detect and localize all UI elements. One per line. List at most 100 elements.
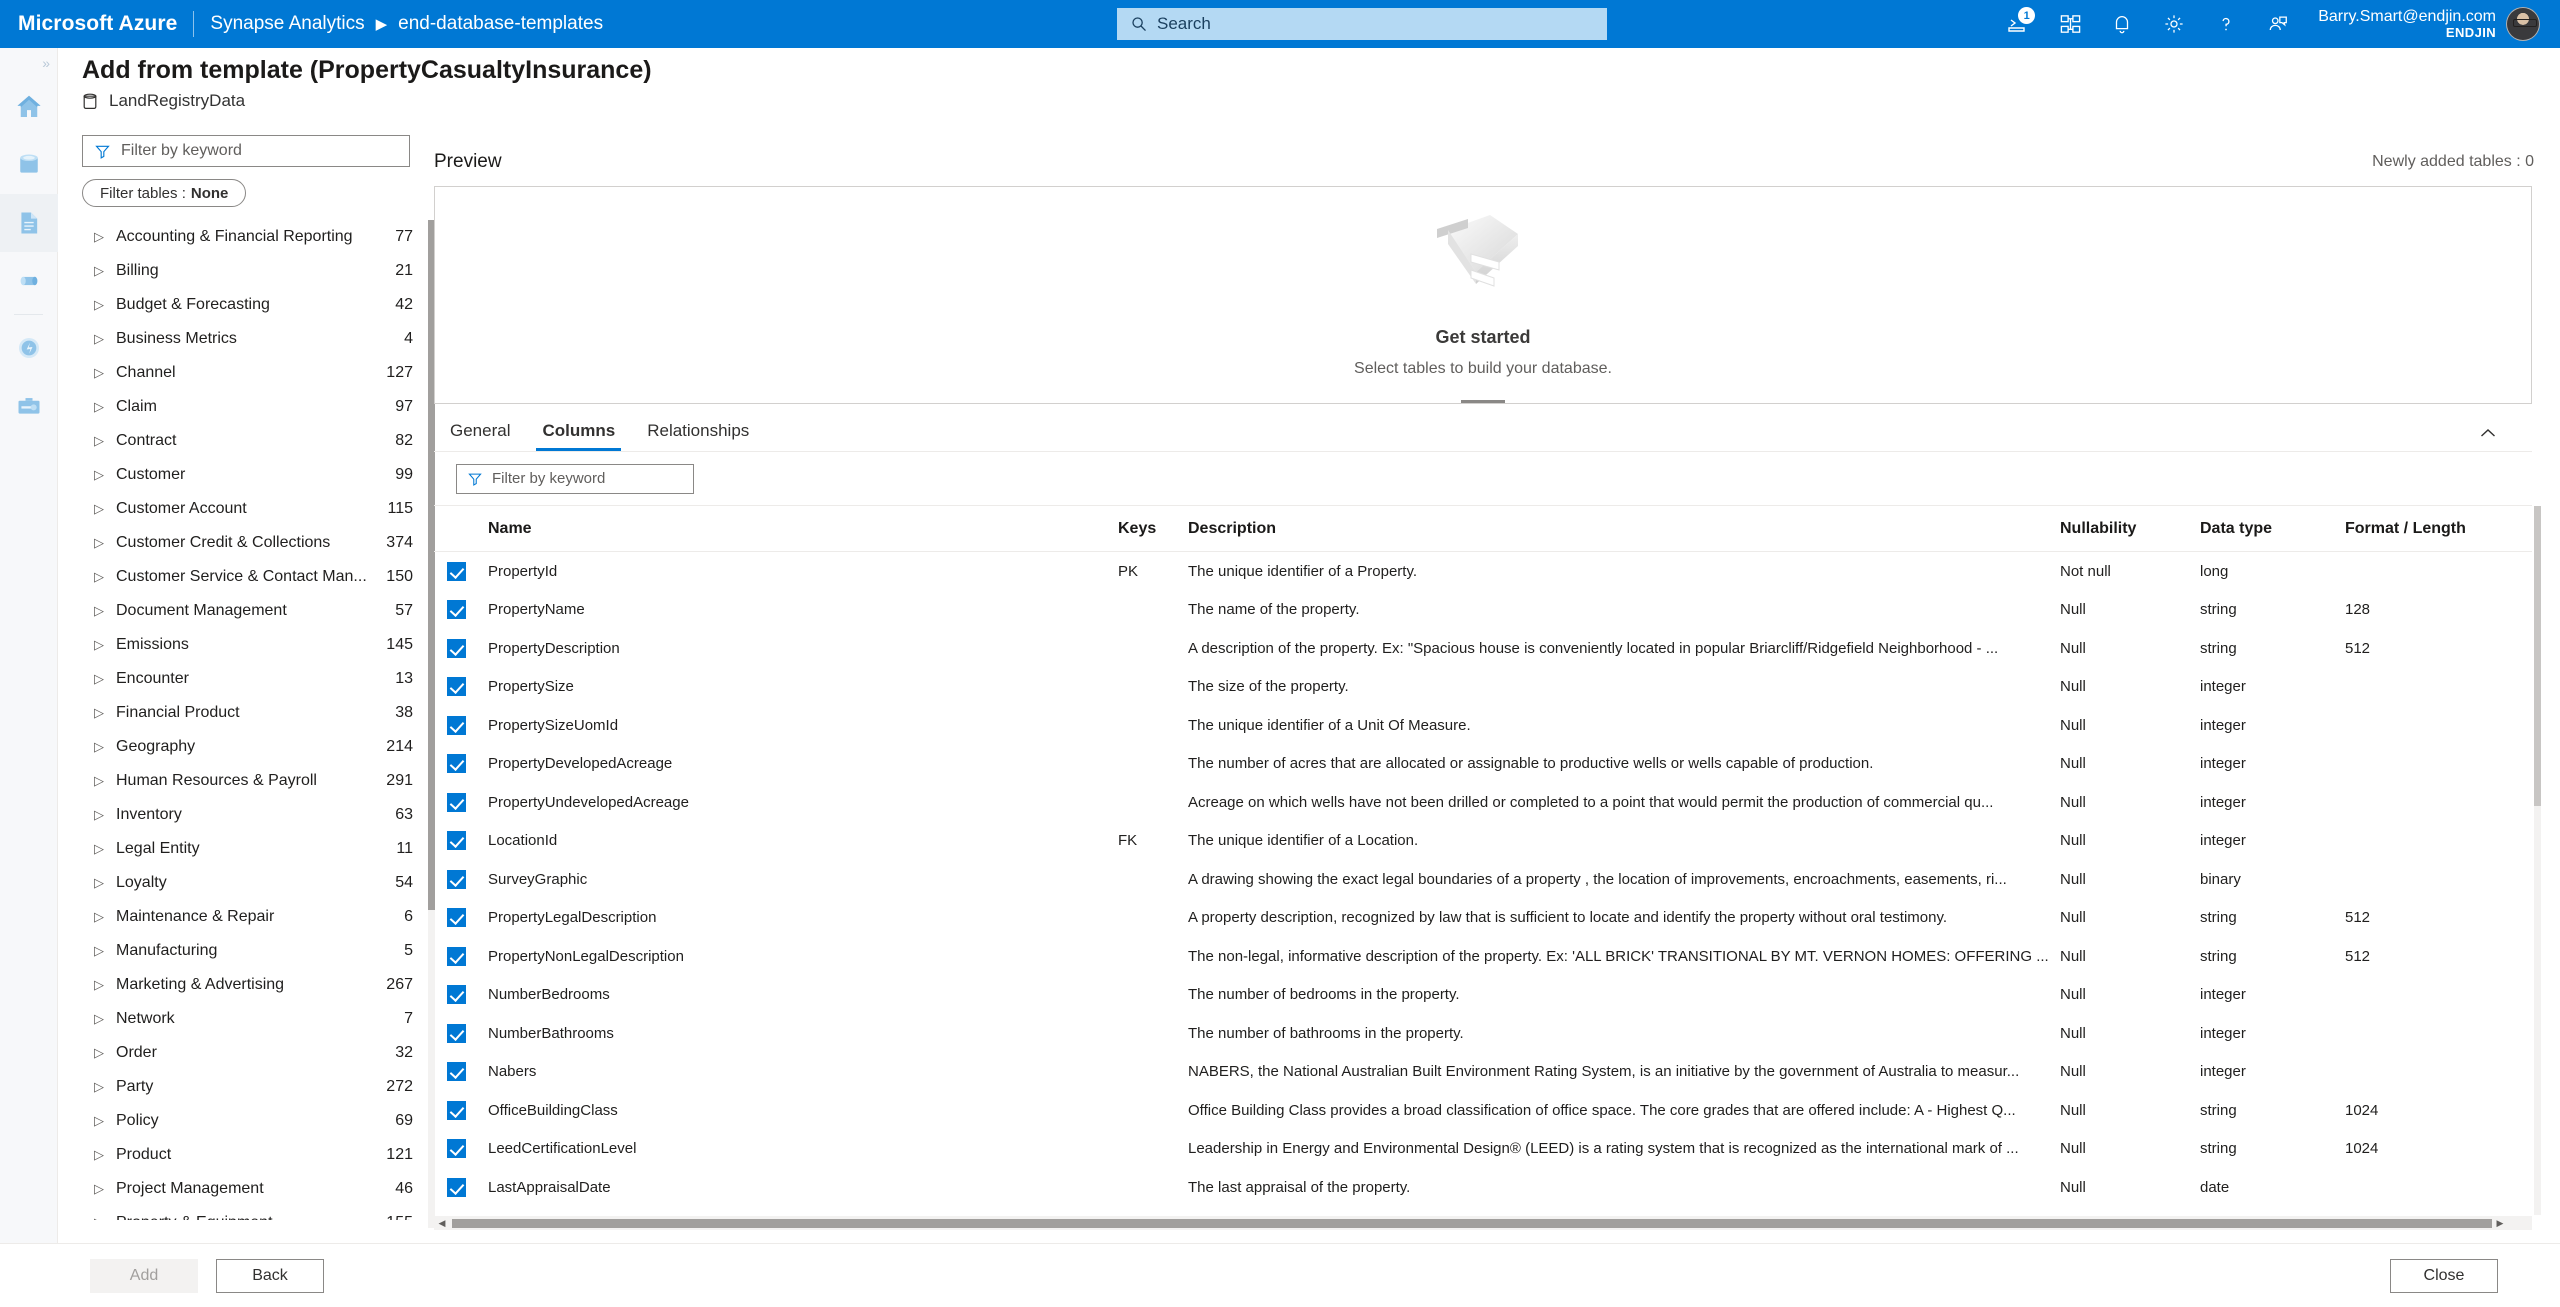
tree-item[interactable]: ▷ Geography 214 (82, 730, 427, 764)
collapse-details-button[interactable] (2480, 428, 2496, 438)
tree-item[interactable]: ▷ Business Metrics 4 (82, 322, 427, 356)
feedback-smiley-icon[interactable] (2252, 0, 2304, 48)
tree-item[interactable]: ▷ Document Management 57 (82, 594, 427, 628)
rail-item-data[interactable] (0, 136, 58, 194)
avatar[interactable] (2506, 7, 2540, 41)
expand-rail-icon[interactable]: » (0, 48, 57, 78)
chevron-right-icon[interactable]: ▷ (82, 739, 116, 755)
chevron-right-icon[interactable]: ▷ (82, 467, 116, 483)
tree-item[interactable]: ▷ Customer Account 115 (82, 492, 427, 526)
row-checkbox-cell[interactable] (434, 638, 478, 658)
chevron-right-icon[interactable]: ▷ (82, 637, 116, 653)
row-checkbox-cell[interactable] (434, 985, 478, 1005)
tree-item[interactable]: ▷ Marketing & Advertising 267 (82, 968, 427, 1002)
add-button[interactable]: Add (90, 1258, 198, 1293)
rail-item-integrate[interactable] (0, 252, 58, 310)
columns-table-row[interactable]: NumberBedrooms The number of bedrooms in … (434, 976, 2532, 1015)
tree-item[interactable]: ▷ Order 32 (82, 1036, 427, 1070)
rail-item-monitor[interactable] (0, 319, 58, 377)
columns-table-row[interactable]: PropertyLegalDescription A property descr… (434, 899, 2532, 938)
notifications-bell-icon[interactable] (2096, 0, 2148, 48)
breadcrumb-synapse-analytics[interactable]: Synapse Analytics (210, 13, 364, 35)
tree-item[interactable]: ▷ Contract 82 (82, 424, 427, 458)
row-checkbox-cell[interactable] (434, 1139, 478, 1159)
tree-item[interactable]: ▷ Loyalty 54 (82, 866, 427, 900)
row-checkbox[interactable] (446, 908, 466, 928)
columns-table-row[interactable]: Nabers NABERS, the National Australian Bu… (434, 1053, 2532, 1092)
chevron-right-icon[interactable]: ▷ (82, 1215, 116, 1220)
panel-splitter-handle[interactable] (1461, 400, 1505, 403)
columns-table-row[interactable]: PropertyDevelopedAcreage The number of ac… (434, 745, 2532, 784)
columns-table-row[interactable]: LastAppraisalDate The last appraisal of t… (434, 1168, 2532, 1207)
chevron-right-icon[interactable]: ▷ (82, 1113, 116, 1129)
row-checkbox[interactable] (446, 638, 466, 658)
row-checkbox-cell[interactable] (434, 946, 478, 966)
tree-item[interactable]: ▷ Channel 127 (82, 356, 427, 390)
row-checkbox[interactable] (446, 1023, 466, 1043)
chevron-right-icon[interactable]: ▷ (82, 331, 116, 347)
cloud-shell-icon[interactable]: 1 (1992, 0, 2044, 48)
columns-table-row[interactable]: SurveyGraphic A drawing showing the exact… (434, 860, 2532, 899)
tab-general[interactable]: General (434, 411, 526, 451)
row-checkbox-cell[interactable] (434, 715, 478, 735)
row-checkbox-cell[interactable] (434, 677, 478, 697)
directories-subscriptions-icon[interactable] (2044, 0, 2096, 48)
settings-gear-icon[interactable] (2148, 0, 2200, 48)
row-checkbox-cell[interactable] (434, 831, 478, 851)
row-checkbox[interactable] (446, 1100, 466, 1120)
chevron-right-icon[interactable]: ▷ (82, 535, 116, 551)
tab-relationships[interactable]: Relationships (631, 411, 765, 451)
chevron-right-icon[interactable]: ▷ (82, 977, 116, 993)
columns-horizontal-scrollbar[interactable]: ◀ ▶ (434, 1216, 2532, 1230)
chevron-right-icon[interactable]: ▷ (82, 875, 116, 891)
columns-table-row[interactable]: PropertySizeUomId The unique identifier o… (434, 706, 2532, 745)
row-checkbox-cell[interactable] (434, 1177, 478, 1197)
row-checkbox-cell[interactable] (434, 561, 478, 581)
columns-table-row[interactable]: PropertyName The name of the property. Nul… (434, 591, 2532, 630)
chevron-right-icon[interactable]: ▷ (82, 229, 116, 245)
chevron-right-icon[interactable]: ▷ (82, 1079, 116, 1095)
h-scroll-thumb[interactable] (452, 1218, 2492, 1228)
tree-item[interactable]: ▷ Claim 97 (82, 390, 427, 424)
back-button[interactable]: Back (216, 1258, 324, 1293)
row-checkbox-cell[interactable] (434, 1062, 478, 1082)
tree-item[interactable]: ▷ Financial Product 38 (82, 696, 427, 730)
close-button[interactable]: Close (2390, 1258, 2498, 1293)
chevron-right-icon[interactable]: ▷ (82, 1011, 116, 1027)
tree-item[interactable]: ▷ Network 7 (82, 1002, 427, 1036)
chevron-right-icon[interactable]: ▷ (82, 399, 116, 415)
row-checkbox-cell[interactable] (434, 869, 478, 889)
columns-table-row[interactable]: NumberBathrooms The number of bathrooms i… (434, 1014, 2532, 1053)
row-checkbox[interactable] (446, 1139, 466, 1159)
tree-filter-input[interactable]: Filter by keyword (82, 135, 410, 167)
chevron-right-icon[interactable]: ▷ (82, 569, 116, 585)
row-checkbox[interactable] (446, 831, 466, 851)
row-checkbox-cell[interactable] (434, 1023, 478, 1043)
columns-filter-input[interactable]: Filter by keyword (456, 463, 694, 494)
tab-columns[interactable]: Columns (526, 411, 631, 451)
header-keys[interactable]: Keys (1118, 520, 1188, 538)
rail-item-manage[interactable] (0, 377, 58, 435)
tree-item[interactable]: ▷ Encounter 13 (82, 662, 427, 696)
header-name[interactable]: Name (478, 520, 1118, 538)
header-description[interactable]: Description (1188, 520, 2060, 538)
row-checkbox[interactable] (446, 869, 466, 889)
tree-item[interactable]: ▷ Policy 69 (82, 1104, 427, 1138)
chevron-right-icon[interactable]: ▷ (82, 671, 116, 687)
columns-table-row[interactable]: LocationId FK The unique identifier of a L… (434, 822, 2532, 861)
row-checkbox-cell[interactable] (434, 754, 478, 774)
tree-item[interactable]: ▷ Project Management 46 (82, 1172, 427, 1206)
chevron-right-icon[interactable]: ▷ (82, 807, 116, 823)
chevron-right-icon[interactable]: ▷ (82, 365, 116, 381)
tree-item[interactable]: ▷Property & Equipment155 (82, 1206, 427, 1220)
header-data-type[interactable]: Data type (2200, 520, 2345, 538)
azure-brand[interactable]: Microsoft Azure (0, 12, 177, 36)
columns-scroll-thumb[interactable] (2534, 506, 2541, 806)
tree-item[interactable]: ▷ Customer Credit & Collections 374 (82, 526, 427, 560)
row-checkbox-cell[interactable] (434, 600, 478, 620)
columns-table-row[interactable]: PropertyDescription A description of the … (434, 629, 2532, 668)
row-checkbox-cell[interactable] (434, 908, 478, 928)
chevron-right-icon[interactable]: ▷ (82, 297, 116, 313)
row-checkbox-cell[interactable] (434, 1100, 478, 1120)
row-checkbox[interactable] (446, 792, 466, 812)
